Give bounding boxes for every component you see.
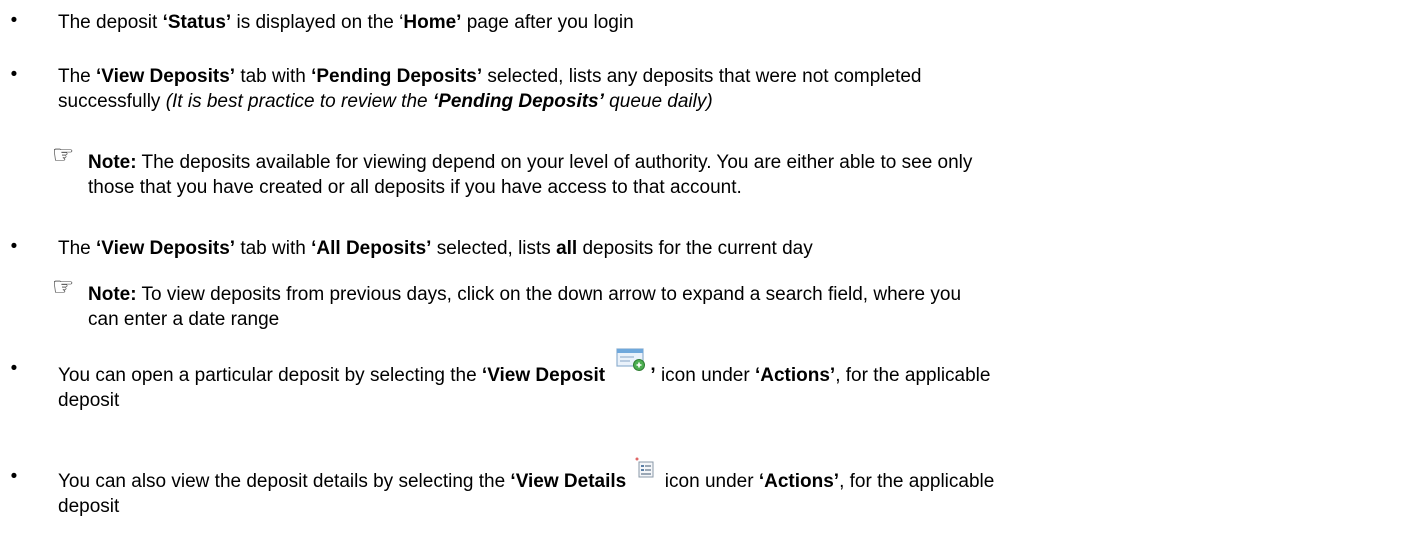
bullet-dot: • xyxy=(10,358,18,379)
bullet-text: The ‘View Deposits’ tab with ‘Pending De… xyxy=(58,66,922,112)
pointing-hand-icon: ☞ xyxy=(52,273,75,301)
view-details-icon xyxy=(634,456,656,480)
bullet-text: You can also view the deposit details by… xyxy=(58,457,1398,519)
pointing-hand-icon: ☞ xyxy=(52,141,75,169)
bullet-dot: • xyxy=(10,466,18,487)
bullet-dot: • xyxy=(10,236,18,257)
bullet-dot: • xyxy=(10,64,18,85)
note-previous-days: ☞ Note: To view deposits from previous d… xyxy=(52,273,962,331)
view-deposit-icon xyxy=(614,346,648,372)
note-authority: ☞ Note: The deposits available for viewi… xyxy=(52,141,973,199)
bullet-text: You can open a particular deposit by sel… xyxy=(58,348,1398,413)
bullet-text: The ‘View Deposits’ tab with ‘All Deposi… xyxy=(58,238,813,259)
bullet-text: The deposit ‘Status’ is displayed on the… xyxy=(58,12,634,33)
bullet-dot: • xyxy=(10,10,18,31)
